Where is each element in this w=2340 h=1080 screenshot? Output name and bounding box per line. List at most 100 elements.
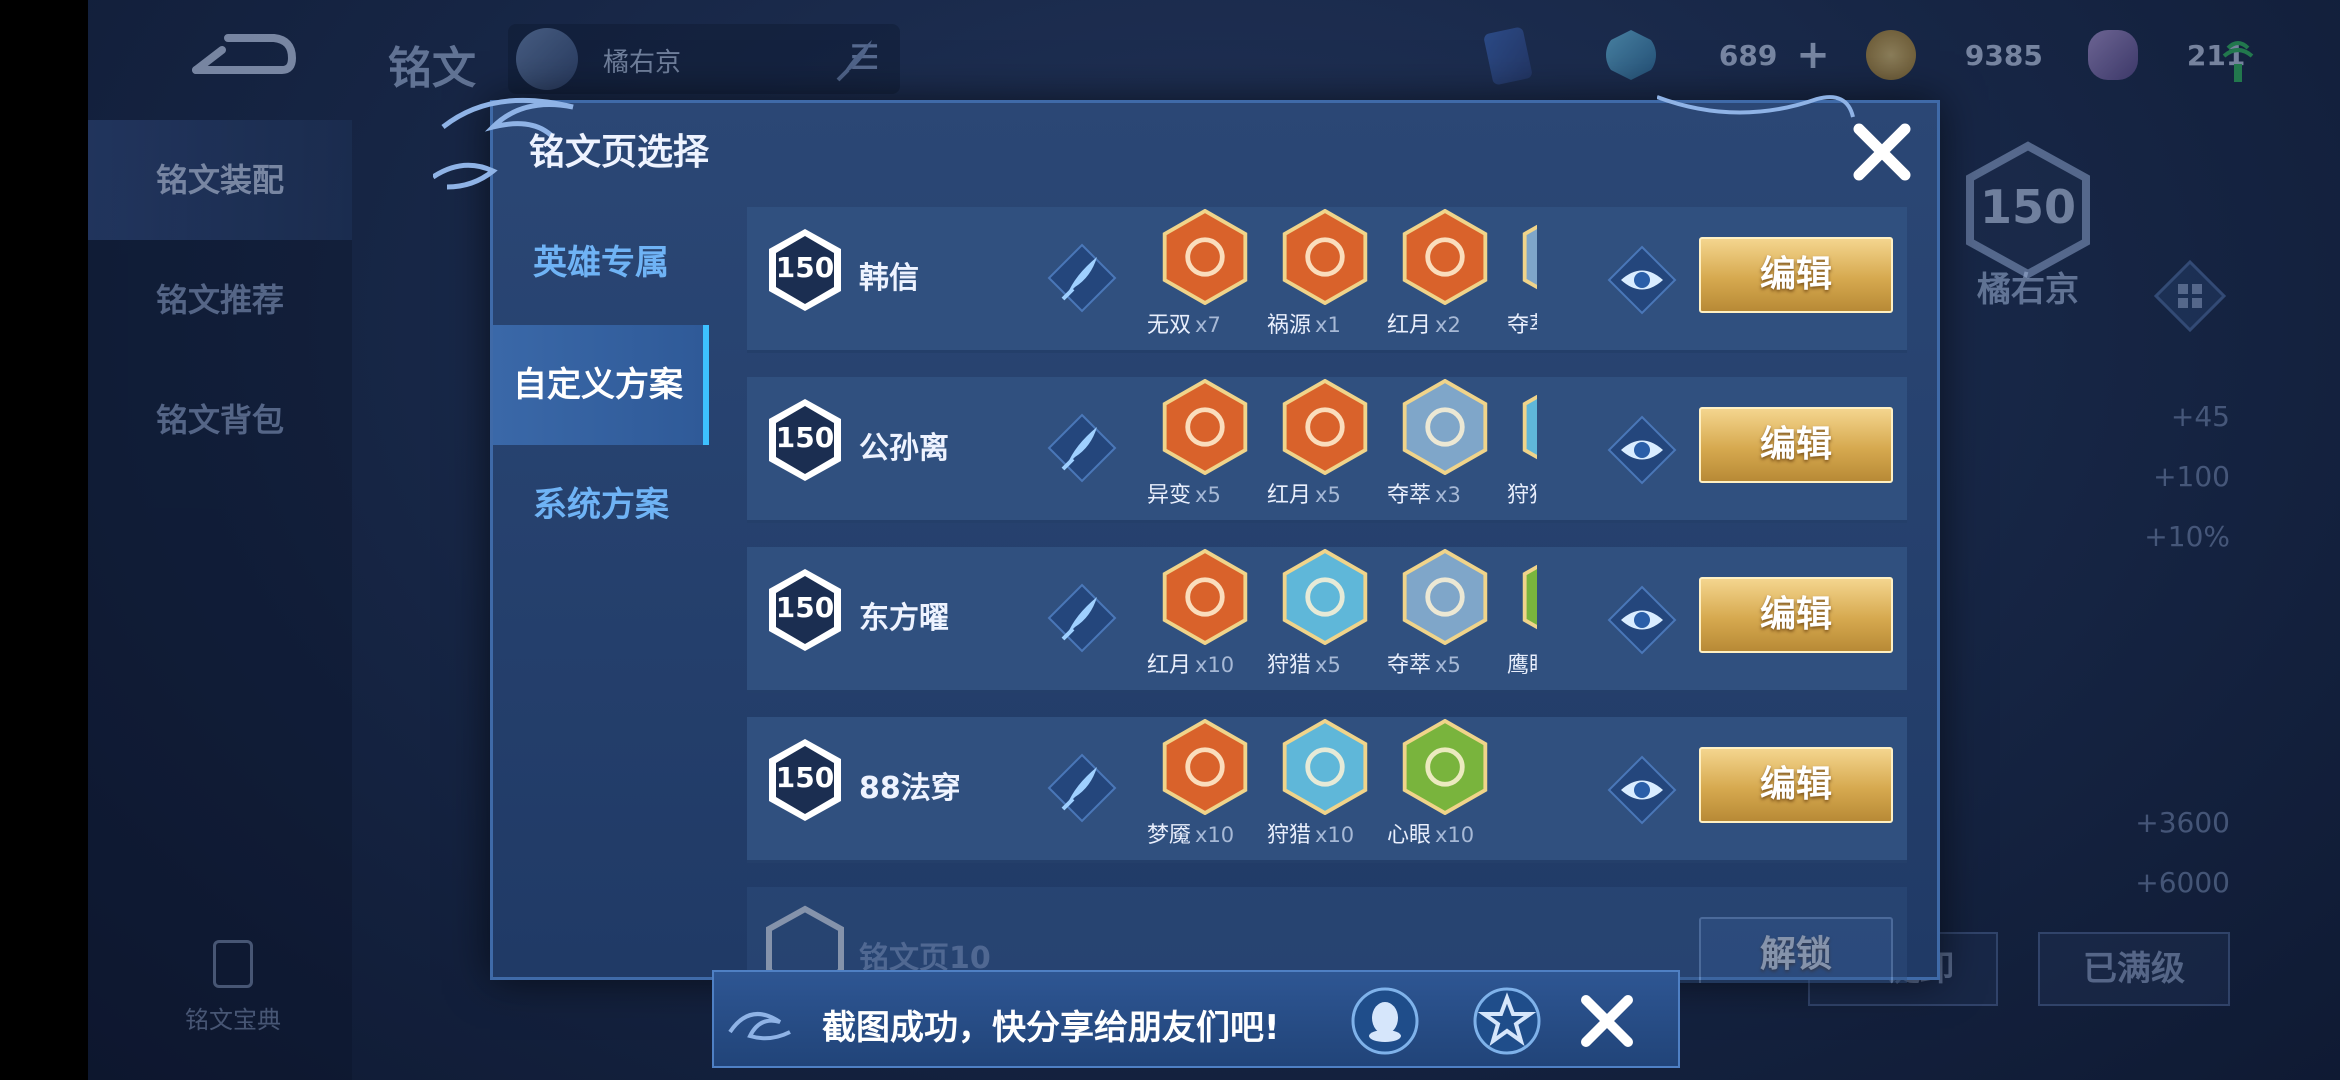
rune-label: 狩猎 (1507, 477, 1537, 509)
rune-count: x2 (1435, 313, 1461, 337)
nav-item-equip[interactable]: 铭文装配 (88, 120, 352, 240)
rune-label: 狩猎 x5 (1267, 647, 1387, 679)
add-icon[interactable]: + (1796, 32, 1830, 78)
rune-gem-icon (1162, 549, 1248, 645)
rune-item: 狩猎 (1507, 377, 1537, 523)
rune-label: 梦魇 x10 (1147, 817, 1267, 849)
rune-item: 祸源 x1 (1267, 207, 1387, 353)
rune-count: x5 (1195, 483, 1221, 507)
rune-label: 夺萃 x3 (1387, 477, 1507, 509)
currency-gold[interactable]: 9385 (1866, 30, 2043, 90)
rune-gem-icon (1282, 209, 1368, 305)
eye-icon[interactable] (1607, 245, 1677, 315)
quill-icon[interactable] (828, 30, 884, 86)
back-arrow-icon[interactable] (188, 26, 298, 90)
rune-count: x5 (1315, 653, 1341, 677)
rune-item: 狩猎 x5 (1267, 547, 1387, 693)
quill-icon[interactable] (1047, 243, 1117, 313)
edit-button[interactable]: 编辑 (1699, 237, 1893, 313)
currency-diamond[interactable]: 689 + (1606, 30, 1830, 90)
quill-icon[interactable] (1047, 583, 1117, 653)
rune-label: 无双 x7 (1147, 307, 1267, 339)
rune-name: 夺萃 (1387, 483, 1432, 508)
eye-icon[interactable] (1607, 755, 1677, 825)
rune-count: x5 (1435, 653, 1461, 677)
quill-icon[interactable] (1047, 753, 1117, 823)
level-large-text: 150 (1979, 180, 2077, 234)
rune-count: x10 (1435, 823, 1475, 847)
nav-item-recommend[interactable]: 铭文推荐 (88, 240, 352, 360)
rune-name: 心眼 (1387, 823, 1432, 848)
rune-item: 鹰眼 (1507, 547, 1537, 693)
cloud-ornament (1657, 95, 1855, 118)
rune-list: 无双x7祸源x1红月x2夺萃 (1147, 207, 1537, 353)
rune-gem-icon (1282, 719, 1368, 815)
eye-icon[interactable] (1607, 415, 1677, 485)
rune-label: 夺萃 (1507, 307, 1537, 339)
rune-item: 红月 x5 (1267, 377, 1387, 523)
level-text: 150 (775, 251, 835, 284)
rune-page-row[interactable]: 150东方曜红月x10狩猎x5夺萃x5鹰眼编辑 (747, 547, 1907, 693)
tab-custom-plan[interactable]: 自定义方案 (493, 325, 709, 445)
rune-item: 异变 x5 (1147, 377, 1267, 523)
edit-button[interactable]: 编辑 (1699, 407, 1893, 483)
tab-system-plan[interactable]: 系统方案 (493, 445, 709, 565)
rune-name: 夺萃 (1387, 653, 1432, 678)
rune-gem-icon (1522, 564, 1537, 630)
stat-value: +100 (2153, 460, 2230, 493)
rune-name: 红月 (1387, 313, 1432, 338)
unlock-button[interactable]: 解锁 (1699, 917, 1893, 983)
quill-icon[interactable] (1047, 413, 1117, 483)
rune-gem-icon (1402, 379, 1488, 475)
rune-gem-icon (1162, 209, 1248, 305)
rune-gem-icon (1282, 379, 1368, 475)
card-icon[interactable] (1483, 26, 1533, 90)
rune-gem-icon (1402, 719, 1488, 815)
stat-value: +10% (2144, 520, 2230, 553)
rune-count: x10 (1195, 653, 1235, 677)
gold-value: 9385 (1964, 38, 2043, 72)
rune-count: x7 (1195, 313, 1221, 337)
rune-name: 梦魇 (1147, 823, 1192, 848)
level-text: 150 (775, 591, 835, 624)
close-icon[interactable] (1576, 990, 1638, 1052)
qq-share-icon[interactable] (1350, 986, 1420, 1056)
rune-gem-icon (1402, 549, 1488, 645)
rune-page-row[interactable]: 150韩信无双x7祸源x1红月x2夺萃编辑 (747, 207, 1907, 353)
qzone-share-icon[interactable] (1472, 986, 1542, 1056)
rune-name: 红月 (1267, 483, 1312, 508)
maxed-button[interactable]: 已满级 (2038, 932, 2230, 1006)
rune-page-row-locked[interactable]: 铭文页10 解锁 (747, 887, 1907, 983)
stat-value: +6000 (2135, 866, 2230, 899)
edit-button[interactable]: 编辑 (1699, 577, 1893, 653)
tab-hero-exclusive[interactable]: 英雄专属 (493, 203, 709, 323)
rune-label: 红月 x10 (1147, 647, 1267, 679)
blue-crystal-icon (1606, 30, 1656, 80)
rune-item: 夺萃 (1507, 207, 1537, 353)
stat-value: +3600 (2135, 806, 2230, 839)
rune-page-name: 韩信 (859, 261, 919, 296)
rune-label: 红月 x5 (1267, 477, 1387, 509)
eye-icon[interactable] (1607, 585, 1677, 655)
close-icon[interactable] (1847, 117, 1917, 187)
rune-name: 夺萃 (1507, 313, 1537, 338)
rune-count: x10 (1315, 823, 1355, 847)
rune-page-name: 公孙离 (859, 431, 949, 466)
rune-name: 红月 (1147, 653, 1192, 678)
rune-item: 夺萃 x5 (1387, 547, 1507, 693)
rune-label: 红月 x2 (1387, 307, 1507, 339)
nav-item-bag[interactable]: 铭文背包 (88, 360, 352, 480)
rune-label: 心眼 x10 (1387, 817, 1507, 849)
rune-page-row[interactable]: 150 88法穿 梦魇 x10 狩猎 x10 心眼 x10 编辑 (747, 717, 1907, 863)
codex-button[interactable]: 铭文宝典 (178, 940, 288, 1035)
edit-button[interactable]: 编辑 (1699, 747, 1893, 823)
rune-list: 异变x5红月x5夺萃x3狩猎 (1147, 377, 1537, 523)
rune-gem-icon (1402, 209, 1488, 305)
grid-icon[interactable] (2152, 258, 2228, 334)
rune-gem-icon (1162, 379, 1248, 475)
rune-label: 狩猎 x10 (1267, 817, 1387, 849)
rune-page-row[interactable]: 150公孙离异变x5红月x5夺萃x3狩猎编辑 (747, 377, 1907, 523)
rune-label: 夺萃 x5 (1387, 647, 1507, 679)
level-text: 150 (775, 761, 835, 794)
rune-gem-icon (1282, 549, 1368, 645)
